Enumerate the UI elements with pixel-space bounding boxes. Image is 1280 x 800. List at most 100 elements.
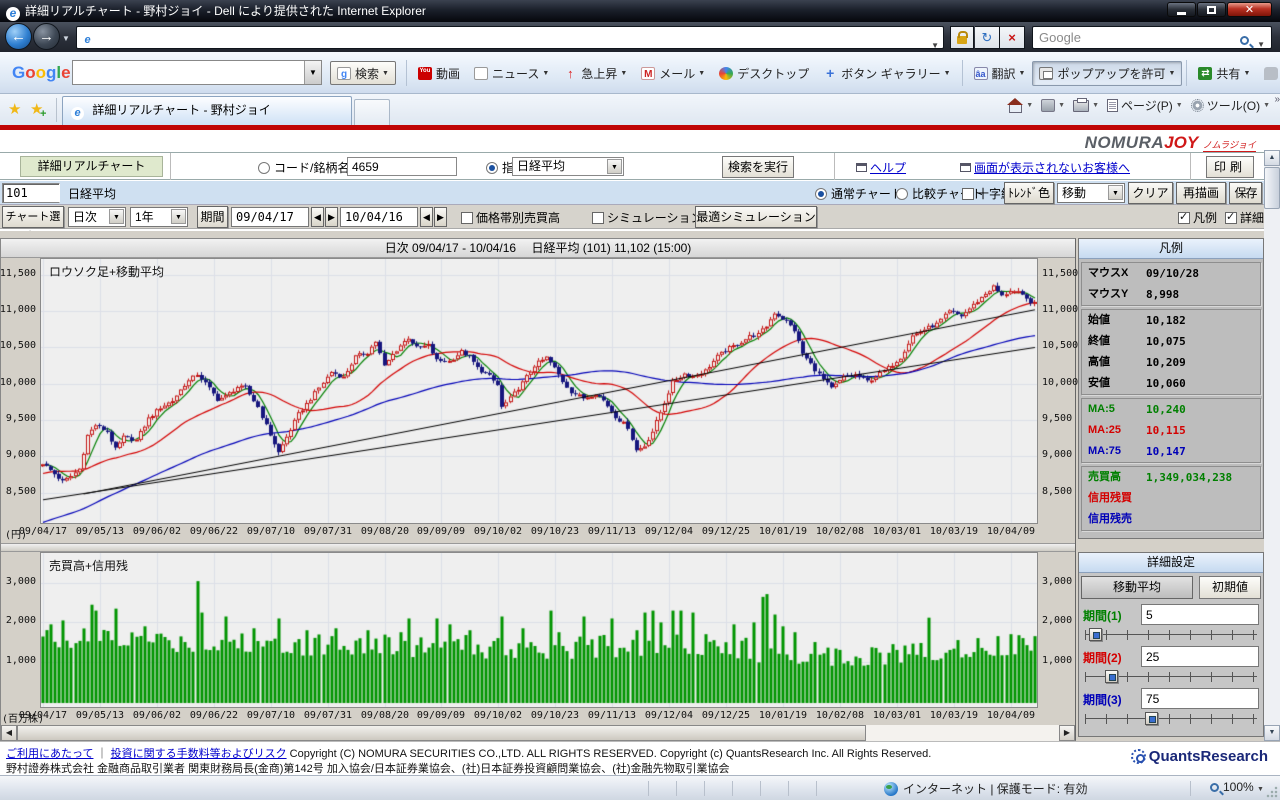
minimize-button[interactable] (1167, 2, 1196, 17)
legend-checkbox[interactable] (1178, 212, 1190, 224)
date-to-prev-button[interactable]: ◀ (420, 207, 433, 227)
slider-thumb[interactable] (1145, 712, 1158, 725)
redraw-button[interactable]: 再描画 (1176, 182, 1226, 204)
period-slider[interactable] (1083, 669, 1259, 686)
main-chart-canvas[interactable] (40, 258, 1038, 524)
price-volume-checkbox[interactable] (461, 212, 473, 224)
period-input[interactable] (1141, 604, 1259, 625)
compare-chart-radio[interactable] (896, 188, 908, 200)
back-button[interactable]: ← (5, 23, 32, 50)
toolbar-search-input[interactable]: ▼ (72, 60, 322, 85)
favorites-star-icon[interactable]: ★ (8, 100, 21, 118)
help-link[interactable]: ヘルプ (870, 161, 906, 175)
index-select[interactable]: 日経平均▼ (512, 157, 624, 176)
address-bar[interactable]: e ▼ (76, 26, 944, 49)
tab-active[interactable]: e 詳細リアルチャート - 野村ジョイ (62, 96, 352, 125)
feeds-button[interactable]: ▼ (1041, 99, 1065, 112)
chart-code-input[interactable] (2, 183, 60, 203)
refresh-button[interactable]: ↻ (975, 26, 1000, 49)
print-button[interactable]: ▼ (1073, 100, 1099, 112)
resize-grip[interactable] (1266, 786, 1278, 798)
toolbar-item-desktop[interactable]: デスクトップ (712, 61, 816, 86)
date-to-next-button[interactable]: ▶ (434, 207, 447, 227)
browser-search-box[interactable]: Google ▼ (1032, 26, 1272, 49)
home-button[interactable]: ▼ (1008, 99, 1033, 112)
execute-search-button[interactable]: 検索を実行 (722, 156, 794, 178)
maximize-button[interactable] (1197, 2, 1226, 17)
detail-checkbox[interactable] (1225, 212, 1237, 224)
toolbar-search-dropdown-icon[interactable]: ▼ (304, 61, 321, 84)
terms-link[interactable]: ご利用にあたって (6, 748, 93, 760)
risk-link[interactable]: 投資に関する手数料等およびリスク (111, 748, 287, 760)
close-button[interactable]: ✕ (1227, 2, 1272, 17)
page-print-button[interactable]: 印刷 (1206, 156, 1254, 178)
reset-default-button[interactable]: 初期値 (1199, 576, 1261, 599)
code-radio[interactable] (258, 162, 270, 174)
date-from-next-button[interactable]: ▶ (325, 207, 338, 227)
select-dropdown-icon[interactable]: ▼ (109, 209, 124, 224)
stop-button[interactable]: × (1000, 26, 1025, 49)
tools-menu[interactable]: ツール(O)▼ (1191, 97, 1270, 114)
scroll-right-icon[interactable]: ▶ (1059, 725, 1075, 741)
scrollbar-track[interactable] (866, 725, 1061, 741)
date-to-input[interactable] (340, 207, 418, 227)
toolbar-item-mail[interactable]: Mメール▼ (634, 61, 712, 86)
toolbar-item-sidewiki[interactable]: サイドウィキ▼ (1257, 61, 1280, 86)
add-favorite-icon[interactable]: ★ (30, 100, 43, 118)
toolbar-search-button[interactable]: g検索▼ (330, 61, 396, 85)
select-dropdown-icon[interactable]: ▼ (607, 159, 622, 174)
scroll-up-icon[interactable]: ▲ (1264, 150, 1280, 166)
horizontal-scrollbar[interactable]: ◀ ▶ (1, 725, 1075, 741)
slider-thumb[interactable] (1089, 628, 1102, 641)
toolbar-item-trend[interactable]: ↑急上昇▼ (556, 61, 634, 86)
security-zone: インターネット | 保護モード: 有効 (884, 780, 1087, 797)
slider-thumb[interactable] (1105, 670, 1118, 683)
vertical-scrollbar[interactable]: ▲ ▼ (1264, 150, 1280, 741)
window-titlebar[interactable]: e詳細リアルチャート - 野村ジョイ - Dell により提供された Inter… (0, 0, 1280, 22)
axis-tick-label: 10/01/19 (759, 526, 807, 537)
toolbar-item-gallery[interactable]: +ボタン ギャラリー▼ (816, 61, 957, 86)
display-help-link[interactable]: 画面が表示されないお客様へ (974, 161, 1130, 175)
toolbar-item-popup[interactable]: ポップアップを許可▼ (1032, 61, 1182, 86)
lock-button[interactable] (950, 26, 974, 49)
period-input[interactable] (1141, 688, 1259, 709)
index-radio[interactable] (486, 162, 498, 174)
crosshair-checkbox[interactable] (962, 188, 974, 200)
period-slider[interactable] (1083, 711, 1259, 728)
date-from-prev-button[interactable]: ◀ (311, 207, 324, 227)
toolbar-overflow-icon[interactable]: » (1274, 94, 1280, 105)
toolbar-item-share[interactable]: ⇄共有▼ (1191, 61, 1257, 86)
scroll-down-icon[interactable]: ▼ (1264, 725, 1280, 741)
frequency-select[interactable]: 日次▼ (68, 207, 126, 227)
forward-button[interactable]: → (33, 23, 60, 50)
period-slider[interactable] (1083, 627, 1259, 644)
date-from-input[interactable] (231, 207, 309, 227)
scrollbar-thumb[interactable] (17, 725, 866, 741)
axis-tick-label: 09/07/10 (247, 526, 295, 537)
trend-color-button[interactable]: ﾄﾚﾝﾄﾞ色 (1004, 182, 1054, 204)
select-dropdown-icon[interactable]: ▼ (171, 209, 186, 224)
simulation-checkbox[interactable] (592, 212, 604, 224)
search-icon[interactable] (1240, 30, 1249, 51)
clear-button[interactable]: クリア (1128, 182, 1173, 204)
period-input[interactable] (1141, 646, 1259, 667)
toolbar-item-news[interactable]: ニュース▼ (467, 61, 556, 86)
scrollbar-thumb[interactable] (1264, 167, 1280, 209)
save-button[interactable]: 保存 (1229, 182, 1262, 204)
move-select[interactable]: 移動▼ (1057, 183, 1125, 203)
new-tab-stub[interactable] (354, 99, 390, 125)
optimal-simulation-button[interactable]: 最適シミュレーション (695, 206, 817, 228)
toolbar-item-youtube[interactable]: You動画 (411, 61, 467, 86)
page-menu[interactable]: ページ(P)▼ (1107, 97, 1183, 114)
scroll-left-icon[interactable]: ◀ (1, 725, 17, 741)
normal-chart-radio[interactable] (815, 188, 827, 200)
code-input[interactable] (347, 157, 457, 176)
toolbar-item-translate[interactable]: âa翻訳▼ (967, 61, 1033, 86)
moving-average-tab[interactable]: 移動平均 (1081, 576, 1193, 599)
volume-chart-canvas[interactable] (40, 552, 1038, 708)
zoom-control[interactable]: 100% ▼ (1210, 780, 1264, 794)
select-dropdown-icon[interactable]: ▼ (1108, 185, 1123, 200)
history-dropdown-icon[interactable]: ▼ (62, 34, 70, 43)
span-select[interactable]: 1年▼ (130, 207, 188, 227)
chart-select-button[interactable]: チャート選択 (2, 206, 64, 228)
